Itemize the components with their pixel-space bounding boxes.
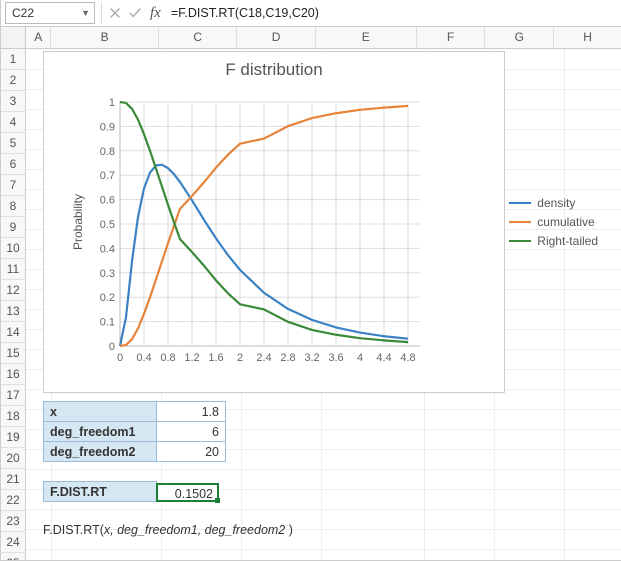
fx-icon[interactable]: fx bbox=[148, 5, 163, 22]
param-value[interactable]: 6 bbox=[157, 422, 226, 442]
chart-title: F distribution bbox=[44, 60, 504, 80]
svg-text:1.6: 1.6 bbox=[208, 352, 223, 364]
result-label: F.DIST.RT bbox=[44, 482, 157, 502]
row-header-21[interactable]: 21 bbox=[1, 469, 26, 490]
active-cell[interactable]: 0.1502 bbox=[156, 483, 219, 502]
row-header-5[interactable]: 5 bbox=[1, 133, 26, 154]
chevron-down-icon[interactable]: ▼ bbox=[81, 8, 90, 18]
row-header-13[interactable]: 13 bbox=[1, 301, 26, 322]
svg-text:0.9: 0.9 bbox=[100, 121, 115, 133]
svg-text:0.2: 0.2 bbox=[100, 292, 115, 304]
column-headers: ABCDEFGH bbox=[1, 27, 621, 49]
legend-item: density bbox=[509, 196, 598, 210]
col-header-F[interactable]: F bbox=[417, 27, 486, 48]
param-value[interactable]: 20 bbox=[157, 442, 226, 462]
svg-text:2.4: 2.4 bbox=[256, 352, 271, 364]
svg-text:0.3: 0.3 bbox=[100, 268, 115, 280]
row-header-18[interactable]: 18 bbox=[1, 406, 26, 427]
param-label: deg_freedom1 bbox=[44, 422, 157, 442]
svg-text:0.6: 0.6 bbox=[100, 195, 115, 207]
name-box[interactable]: C22 ▼ bbox=[5, 2, 95, 24]
col-header-G[interactable]: G bbox=[485, 27, 554, 48]
formula-input[interactable]: =F.DIST.RT(C18,C19,C20) bbox=[163, 6, 621, 20]
svg-text:0.4: 0.4 bbox=[136, 352, 151, 364]
row-header-8[interactable]: 8 bbox=[1, 196, 26, 217]
row-header-4[interactable]: 4 bbox=[1, 112, 26, 133]
row-header-17[interactable]: 17 bbox=[1, 385, 26, 406]
formula-bar-icons: fx bbox=[108, 5, 163, 22]
row-header-3[interactable]: 3 bbox=[1, 91, 26, 112]
row-header-7[interactable]: 7 bbox=[1, 175, 26, 196]
param-label: deg_freedom2 bbox=[44, 442, 157, 462]
param-value[interactable]: 1.8 bbox=[157, 402, 226, 422]
svg-text:1: 1 bbox=[109, 97, 115, 109]
svg-text:4.8: 4.8 bbox=[400, 352, 415, 364]
row-header-16[interactable]: 16 bbox=[1, 364, 26, 385]
cancel-icon[interactable] bbox=[108, 6, 122, 20]
svg-text:0.8: 0.8 bbox=[100, 146, 115, 158]
row-header-15[interactable]: 15 bbox=[1, 343, 26, 364]
svg-text:0.8: 0.8 bbox=[160, 352, 175, 364]
row-header-20[interactable]: 20 bbox=[1, 448, 26, 469]
col-header-E[interactable]: E bbox=[316, 27, 417, 48]
legend-item: cumulative bbox=[509, 215, 598, 229]
svg-text:3.6: 3.6 bbox=[328, 352, 343, 364]
spreadsheet-grid[interactable]: F distribution Probability 0 0.1 0.2 0.3 0.4… bbox=[26, 49, 621, 561]
row-header-24[interactable]: 24 bbox=[1, 532, 26, 553]
svg-text:3.2: 3.2 bbox=[304, 352, 319, 364]
svg-text:0.5: 0.5 bbox=[100, 219, 115, 231]
svg-text:2: 2 bbox=[237, 352, 243, 364]
chart[interactable]: F distribution Probability 0 0.1 0.2 0.3 0.4… bbox=[43, 51, 505, 393]
row-header-10[interactable]: 10 bbox=[1, 238, 26, 259]
col-header-A[interactable]: A bbox=[26, 27, 51, 48]
legend-item: Right-tailed bbox=[509, 234, 598, 248]
param-label: x bbox=[44, 402, 157, 422]
confirm-icon[interactable] bbox=[128, 6, 142, 20]
syntax-hint: F.DIST.RT(x, deg_freedom1, deg_freedom2 … bbox=[43, 523, 293, 537]
name-box-value: C22 bbox=[12, 6, 34, 20]
svg-text:4: 4 bbox=[357, 352, 363, 364]
col-header-H[interactable]: H bbox=[554, 27, 621, 48]
col-header-D[interactable]: D bbox=[237, 27, 315, 48]
row-header-12[interactable]: 12 bbox=[1, 280, 26, 301]
svg-text:0.1: 0.1 bbox=[100, 317, 115, 329]
col-header-B[interactable]: B bbox=[51, 27, 159, 48]
col-header-C[interactable]: C bbox=[159, 27, 237, 48]
row-header-22[interactable]: 22 bbox=[1, 490, 26, 511]
svg-text:0.4: 0.4 bbox=[100, 243, 115, 255]
svg-text:2.8: 2.8 bbox=[280, 352, 295, 364]
svg-text:4.4: 4.4 bbox=[376, 352, 391, 364]
y-axis-label: Probability bbox=[71, 194, 85, 250]
row-header-6[interactable]: 6 bbox=[1, 154, 26, 175]
row-header-19[interactable]: 19 bbox=[1, 427, 26, 448]
svg-text:0: 0 bbox=[109, 341, 115, 353]
row-header-9[interactable]: 9 bbox=[1, 217, 26, 238]
row-header-14[interactable]: 14 bbox=[1, 322, 26, 343]
svg-text:1.2: 1.2 bbox=[184, 352, 199, 364]
formula-bar: C22 ▼ fx =F.DIST.RT(C18,C19,C20) bbox=[1, 0, 621, 27]
svg-text:0: 0 bbox=[117, 352, 123, 364]
chart-legend: density cumulative Right-tailed bbox=[509, 191, 598, 253]
row-header-1[interactable]: 1 bbox=[1, 49, 26, 70]
row-header-23[interactable]: 23 bbox=[1, 511, 26, 532]
select-all-corner[interactable] bbox=[1, 27, 26, 48]
row-header-2[interactable]: 2 bbox=[1, 70, 26, 91]
chart-plot: 0 0.1 0.2 0.3 0.4 0.5 0.6 0.7 0.8 0.9 1 0 0.4 0.8 1.2 1… bbox=[92, 92, 422, 370]
row-headers: 1234567891011121314151617181920212223242… bbox=[1, 49, 26, 561]
svg-text:0.7: 0.7 bbox=[100, 170, 115, 182]
row-header-11[interactable]: 11 bbox=[1, 259, 26, 280]
